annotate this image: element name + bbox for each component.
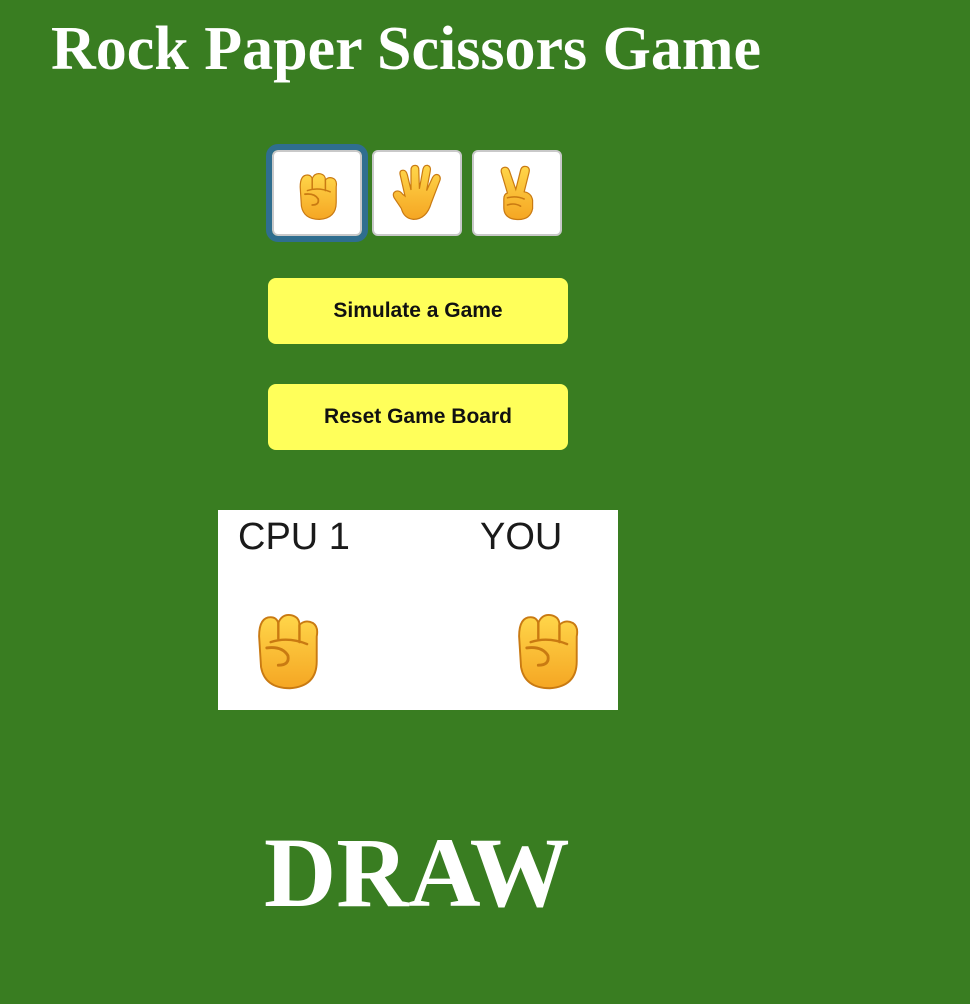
raised-hand-icon xyxy=(387,163,447,223)
reset-game-board-button[interactable]: Reset Game Board xyxy=(268,384,568,450)
rock-choice-button[interactable] xyxy=(266,144,368,242)
page-title: Rock Paper Scissors Game xyxy=(51,15,762,83)
game-board: CPU 1 YOU xyxy=(218,510,618,710)
raised-fist-icon xyxy=(287,163,347,223)
paper-choice-button[interactable] xyxy=(372,150,462,236)
cpu-fist-icon xyxy=(238,596,334,696)
game-result: DRAW xyxy=(264,817,570,928)
you-fist-icon xyxy=(498,596,594,696)
cpu-label: CPU 1 xyxy=(238,516,350,558)
you-label: YOU xyxy=(480,516,563,558)
choice-selector xyxy=(264,142,574,246)
simulate-game-button[interactable]: Simulate a Game xyxy=(268,278,568,344)
victory-hand-icon xyxy=(487,163,547,223)
scissors-choice-button[interactable] xyxy=(472,150,562,236)
